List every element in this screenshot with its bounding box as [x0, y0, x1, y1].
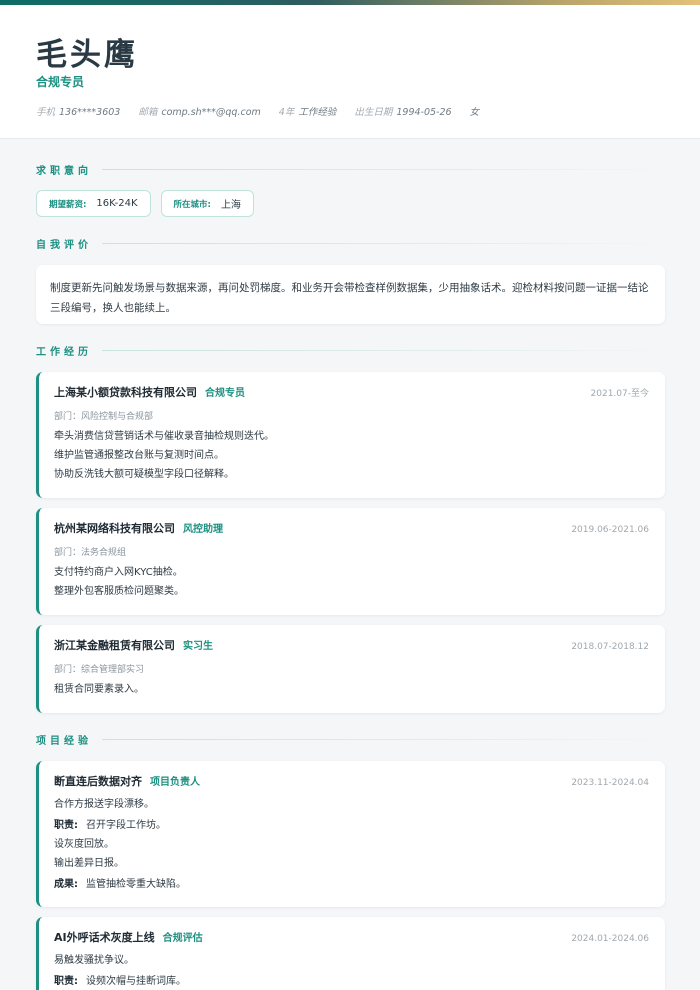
project-duty: 职责: 召开字段工作坊。 — [54, 820, 166, 831]
section-title-projects: 项目经验 — [36, 732, 665, 747]
date-range: 2018.07-2018.12 — [571, 642, 649, 652]
job-role: 合规专员 — [205, 388, 245, 399]
project-description: 易触发骚扰争议。 — [54, 955, 134, 966]
meta-experience: 4年 工作经验 — [278, 107, 337, 118]
meta-birthdate: 出生日期 1994-05-26 — [354, 107, 452, 118]
intent-pills: 期望薪资: 16K-24K 所在城市: 上海 — [36, 190, 254, 217]
project-result: 成果: 监管抽检零重大缺陷。 — [54, 879, 186, 890]
date-range: 2019.06-2021.06 — [571, 525, 649, 535]
project-name: 断直连后数据对齐 — [54, 775, 142, 788]
candidate-name: 毛头鹰 — [36, 37, 138, 73]
project-duty: 职责: 设频次帽与挂断词库。 — [54, 976, 186, 987]
job-role: 实习生 — [183, 641, 213, 652]
section-title-work: 工作经历 — [36, 343, 665, 358]
duty-line: 租赁合同要素录入。 — [54, 684, 144, 695]
company-name: 杭州某网络科技有限公司 — [54, 522, 175, 535]
work-entry: 上海某小额贷款科技有限公司 合规专员 2021.07-至今 部门：风险控制与合规… — [36, 372, 665, 498]
meta-email: 邮箱 comp.sh***@qq.com — [138, 107, 261, 118]
project-entry: AI外呼话术灰度上线 合规评估 2024.01-2024.06 易触发骚扰争议。… — [36, 917, 665, 990]
project-duty-line: 设灰度回放。 — [54, 839, 114, 850]
date-range: 2024.01-2024.06 — [571, 934, 649, 944]
candidate-title: 合规专员 — [36, 75, 85, 89]
department: 部门：风险控制与合规部 — [54, 412, 154, 422]
contact-meta: 手机 136****3603 邮箱 comp.sh***@qq.com 4年 工作经验… — [36, 104, 479, 118]
duty-line: 牵头消费信贷营销话术与催收录音抽检规则迭代。 — [54, 431, 274, 442]
meta-phone: 手机 136****3603 — [36, 107, 121, 118]
summary-text: 制度更新先问触发场景与数据来源，再问处罚梯度。和业务开会带检查样例数据集，少用抽… — [50, 282, 649, 314]
project-name: AI外呼话术灰度上线 — [54, 931, 155, 944]
job-role: 风控助理 — [183, 524, 223, 535]
company-name: 浙江某金融租赁有限公司 — [54, 639, 175, 652]
duty-line: 整理外包客服质检问题聚类。 — [54, 586, 184, 597]
project-role: 项目负责人 — [150, 777, 200, 788]
project-role: 合规评估 — [162, 933, 203, 944]
meta-gender: 女 — [469, 107, 480, 118]
department: 部门：法务合规组 — [54, 548, 127, 558]
project-duty-line: 输出差异日报。 — [54, 858, 124, 869]
company-name: 上海某小额贷款科技有限公司 — [54, 386, 197, 399]
work-entry: 浙江某金融租赁有限公司 实习生 2018.07-2018.12 部门：综合管理部… — [36, 625, 665, 713]
summary-card: 制度更新先问触发场景与数据来源，再问处罚梯度。和业务开会带检查样例数据集，少用抽… — [36, 265, 665, 324]
section-title-summary: 自我评价 — [36, 236, 665, 251]
resume-header: 毛头鹰 合规专员 手机 136****3603 邮箱 comp.sh***@qq.c… — [0, 5, 700, 139]
project-entry: 断直连后数据对齐 项目负责人 2023.11-2024.04 合作方报送字段漂移… — [36, 761, 665, 907]
work-entry: 杭州某网络科技有限公司 风控助理 2019.06-2021.06 部门：法务合规… — [36, 508, 665, 615]
project-description: 合作方报送字段漂移。 — [54, 799, 154, 810]
duty-line: 维护监管通报整改台账与复测时间点。 — [54, 450, 224, 461]
salary-pill: 期望薪资: 16K-24K — [36, 190, 151, 217]
department: 部门：综合管理部实习 — [54, 665, 145, 675]
date-range: 2021.07-至今 — [590, 389, 649, 399]
section-title-intent: 求职意向 — [36, 162, 665, 177]
duty-line: 支付特约商户入网KYC抽检。 — [54, 567, 183, 578]
date-range: 2023.11-2024.04 — [571, 778, 649, 788]
city-pill: 所在城市: 上海 — [160, 190, 254, 217]
duty-line: 协助反洗钱大额可疑模型字段口径解释。 — [54, 469, 234, 480]
